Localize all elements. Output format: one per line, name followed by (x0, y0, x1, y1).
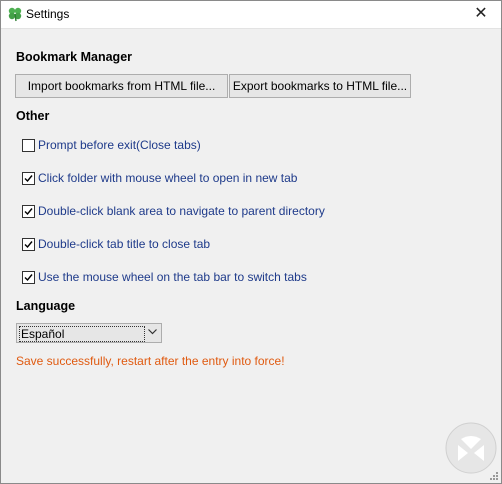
checkbox-checked[interactable] (22, 172, 35, 185)
checkbox-checked[interactable] (22, 271, 35, 284)
chevron-down-icon (148, 329, 157, 335)
language-select[interactable]: Español (16, 323, 162, 343)
checkmark-icon (24, 274, 33, 282)
checkmark-icon (24, 241, 33, 249)
import-bookmarks-button[interactable]: Import bookmarks from HTML file... (15, 74, 228, 98)
checkbox-checked[interactable] (22, 205, 35, 218)
clover-icon (8, 7, 22, 22)
checkbox-checked[interactable] (22, 238, 35, 251)
export-bookmarks-button[interactable]: Export bookmarks to HTML file... (229, 74, 411, 98)
resize-grip-icon[interactable] (489, 471, 499, 481)
window-title: Settings (26, 7, 70, 21)
bookmark-manager-heading: Bookmark Manager (16, 50, 133, 64)
option-label: Use the mouse wheel on the tab bar to sw… (38, 270, 307, 284)
option-label: Click folder with mouse wheel to open in… (38, 171, 298, 185)
title-bar[interactable]: Settings ✕ (1, 1, 501, 29)
option-label: Prompt before exit(Close tabs) (38, 138, 201, 152)
checkbox-unchecked[interactable] (22, 139, 35, 152)
option-label: Double-click blank area to navigate to p… (38, 204, 325, 218)
language-heading: Language (16, 299, 76, 313)
option-label: Double-click tab title to close tab (38, 237, 211, 251)
close-button[interactable]: ✕ (461, 1, 501, 28)
logo-icon (445, 422, 497, 474)
settings-window: Settings ✕ Bookmark Manager Import bookm… (0, 0, 502, 484)
checkmark-icon (24, 208, 33, 216)
checkmark-icon (24, 175, 33, 183)
status-message: Save successfully, restart after the ent… (16, 354, 285, 368)
close-icon: ✕ (474, 5, 488, 22)
language-selected-value: Español (19, 326, 145, 342)
other-heading: Other (16, 109, 50, 123)
